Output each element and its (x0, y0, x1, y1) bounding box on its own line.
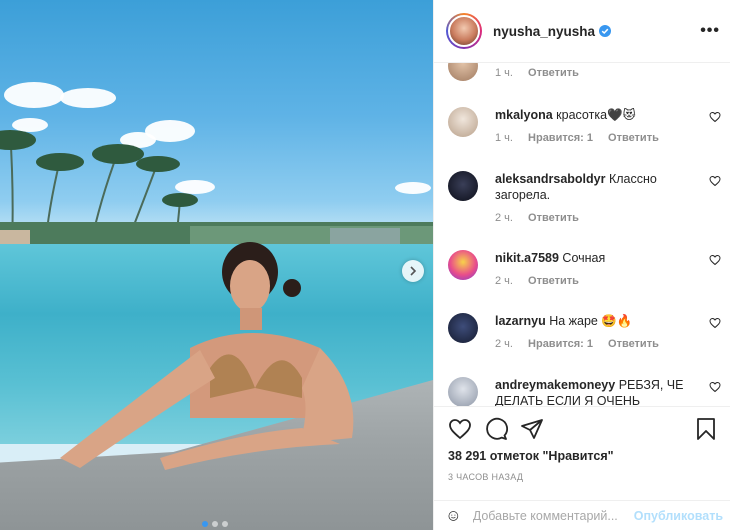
comment-time: 1 ч. (495, 132, 513, 144)
comment-item: mkalyona красотка🖤😻 1 ч. Нравится: 1 Отв… (448, 107, 723, 144)
action-icons-row (448, 417, 717, 441)
more-options-icon[interactable]: ••• (700, 22, 720, 40)
comment-item: aleksandrsaboldyr Классно загорела. 2 ч.… (448, 171, 723, 224)
cloud (60, 88, 116, 108)
reply-button[interactable]: Ответить (528, 275, 579, 287)
comment-username[interactable]: andreymakemoneyy (495, 378, 615, 392)
save-bookmark-icon[interactable] (695, 417, 717, 441)
comment-time: 2 ч. (495, 275, 513, 287)
like-comment-heart-icon[interactable] (709, 381, 721, 393)
carousel-dots (202, 521, 228, 527)
chevron-right-icon (410, 266, 417, 276)
comment-input[interactable] (472, 509, 634, 523)
comment-time: 2 ч. (495, 212, 513, 224)
carousel-dot (222, 521, 228, 527)
comment-username[interactable]: lazarnyu (495, 314, 546, 328)
author-avatar[interactable] (446, 13, 482, 49)
likes-count[interactable]: 38 291 отметок "Нравится" (448, 449, 614, 463)
comment-meta: 1 ч. Нравится: 1 Ответить (495, 132, 723, 144)
comment-text: красотка🖤😻 (556, 108, 636, 122)
comments-list[interactable]: 1 ч. Ответить mkalyona красотка🖤😻 1 ч. Н… (434, 63, 730, 406)
comment-meta: 2 ч. Нравится: 1 Ответить (495, 338, 723, 350)
comment-item: andreymakemoneyy РЕБЗЯ, ЧЕ ДЕЛАТЬ ЕСЛИ Я… (448, 377, 723, 406)
comment-meta: 2 ч. Ответить (495, 275, 723, 287)
woman-figure (60, 242, 354, 470)
share-paper-plane-icon[interactable] (520, 417, 544, 441)
reply-button[interactable]: Ответить (608, 338, 659, 350)
comment-time: 1 ч. (495, 67, 513, 79)
post-timestamp[interactable]: 3 ЧАСОВ НАЗАД (448, 472, 523, 482)
commenter-avatar[interactable] (448, 250, 478, 280)
comment-text: На жаре 🤩🔥 (549, 314, 633, 328)
comment-meta: 1 ч. Ответить (495, 67, 723, 79)
carousel-next-button[interactable] (402, 260, 424, 282)
publish-button[interactable]: Опубликовать (634, 509, 723, 523)
emoji-smiley-icon[interactable] (448, 505, 459, 527)
reply-button[interactable]: Ответить (528, 212, 579, 224)
reply-button[interactable]: Ответить (608, 132, 659, 144)
author-username[interactable]: nyusha_nyusha (493, 24, 595, 39)
like-comment-heart-icon[interactable] (709, 175, 721, 187)
commenter-avatar[interactable] (448, 377, 478, 406)
comment-bubble-icon[interactable] (484, 417, 508, 441)
like-heart-icon[interactable] (448, 417, 472, 441)
comment-likes[interactable]: Нравится: 1 (528, 132, 593, 144)
commenter-avatar[interactable] (448, 107, 478, 137)
comment-time: 2 ч. (495, 338, 513, 350)
comment-username[interactable]: mkalyona (495, 108, 553, 122)
comment-text: Сочная (562, 251, 606, 265)
comment-username[interactable]: nikit.a7589 (495, 251, 559, 265)
comment-item: 1 ч. Ответить (448, 63, 723, 81)
like-comment-heart-icon[interactable] (709, 317, 721, 329)
carousel-dot (212, 521, 218, 527)
like-comment-heart-icon[interactable] (709, 111, 721, 123)
post-header: nyusha_nyusha ••• (434, 0, 730, 63)
comment-item: nikit.a7589 Сочная 2 ч. Ответить (448, 250, 723, 287)
like-comment-heart-icon[interactable] (709, 254, 721, 266)
reply-button[interactable]: Ответить (528, 67, 579, 79)
post-actions: 38 291 отметок "Нравится" 3 ЧАСОВ НАЗАД … (434, 406, 730, 530)
comment-item: lazarnyu На жаре 🤩🔥 2 ч. Нравится: 1 Отв… (448, 313, 723, 350)
commenter-avatar[interactable] (448, 63, 478, 81)
carousel-dot (202, 521, 208, 527)
post-photo[interactable] (0, 0, 433, 530)
commenter-avatar[interactable] (448, 171, 478, 201)
comment-meta: 2 ч. Ответить (495, 212, 723, 224)
add-comment-bar: Опубликовать (434, 500, 730, 530)
comment-likes[interactable]: Нравится: 1 (528, 338, 593, 350)
commenter-avatar[interactable] (448, 313, 478, 343)
verified-badge-icon (599, 25, 612, 37)
post-side-panel: nyusha_nyusha ••• 1 ч. Ответить mkalyona… (433, 0, 730, 530)
cloud (4, 82, 64, 108)
comment-username[interactable]: aleksandrsaboldyr (495, 172, 605, 186)
